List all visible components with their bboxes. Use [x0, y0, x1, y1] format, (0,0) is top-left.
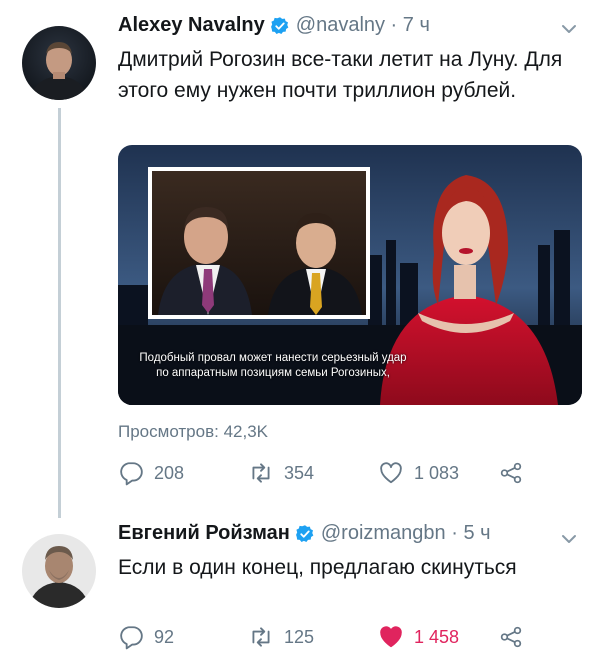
- author-handle[interactable]: @navalny · 7 ч: [296, 14, 430, 37]
- media-caption: Подобный провал может нанести серьезный …: [118, 351, 428, 381]
- retweet-icon: [252, 627, 270, 647]
- share-button[interactable]: [498, 624, 534, 650]
- author-handle[interactable]: @roizmangbn · 5 ч: [321, 522, 491, 545]
- tweet-header: Евгений Ройзман @roizmangbn · 5 ч: [118, 522, 491, 545]
- tweet-roizman[interactable]: Евгений Ройзман @roizmangbn · 5 ч Если в…: [0, 510, 600, 660]
- reply-button[interactable]: 208: [118, 460, 248, 486]
- thread-line: [58, 108, 61, 518]
- media-caption-line-2: по аппаратным позициям семьи Рогозиных,: [156, 367, 390, 379]
- share-button[interactable]: [498, 460, 534, 486]
- media-caption-line-1: Подобный провал может нанести серьезный …: [139, 352, 407, 364]
- reply-icon: [120, 626, 143, 650]
- reply-count: 92: [154, 626, 175, 647]
- like-count: 1 083: [414, 462, 460, 483]
- reply-count: 208: [154, 462, 185, 483]
- tweet-text: Если в один конец, предлагаю скинуться: [118, 556, 517, 579]
- avatar-roizman[interactable]: [22, 534, 96, 608]
- reply-button[interactable]: 92: [118, 624, 248, 650]
- caret-down-icon[interactable]: [560, 20, 578, 38]
- view-count: Просмотров: 42,3K: [118, 422, 268, 441]
- like-button[interactable]: 1 083: [378, 460, 498, 486]
- tweet-text: Дмитрий Рогозин все-таки летит на Луну. …: [118, 48, 563, 102]
- share-icon: [500, 462, 522, 484]
- share-icon: [500, 626, 522, 648]
- like-button[interactable]: 1 458: [378, 624, 498, 650]
- caret-down-icon[interactable]: [560, 530, 578, 548]
- verified-icon: [295, 524, 314, 542]
- tweet-media-video[interactable]: Подобный провал может нанести серьезный …: [118, 145, 582, 405]
- tweet-header: Alexey Navalny @navalny · 7 ч: [118, 14, 430, 37]
- author-name[interactable]: Alexey Navalny: [118, 14, 265, 37]
- retweet-count: 354: [284, 462, 315, 483]
- like-count: 1 458: [414, 626, 460, 647]
- like-icon: [380, 462, 402, 484]
- reply-icon: [120, 462, 143, 486]
- avatar-navalny[interactable]: [22, 26, 96, 100]
- verified-icon: [270, 16, 289, 34]
- tweet-actions: 208 354 1 083: [118, 460, 534, 486]
- retweet-button[interactable]: 354: [248, 460, 378, 486]
- retweet-count: 125: [284, 626, 315, 647]
- tweet-actions: 92 125 1 458: [118, 624, 534, 650]
- retweet-button[interactable]: 125: [248, 624, 378, 650]
- tweet-navalny[interactable]: Alexey Navalny @navalny · 7 ч Дмитрий Ро…: [0, 0, 600, 518]
- like-icon: [380, 626, 402, 648]
- retweet-icon: [252, 463, 270, 483]
- author-name[interactable]: Евгений Ройзман: [118, 522, 290, 545]
